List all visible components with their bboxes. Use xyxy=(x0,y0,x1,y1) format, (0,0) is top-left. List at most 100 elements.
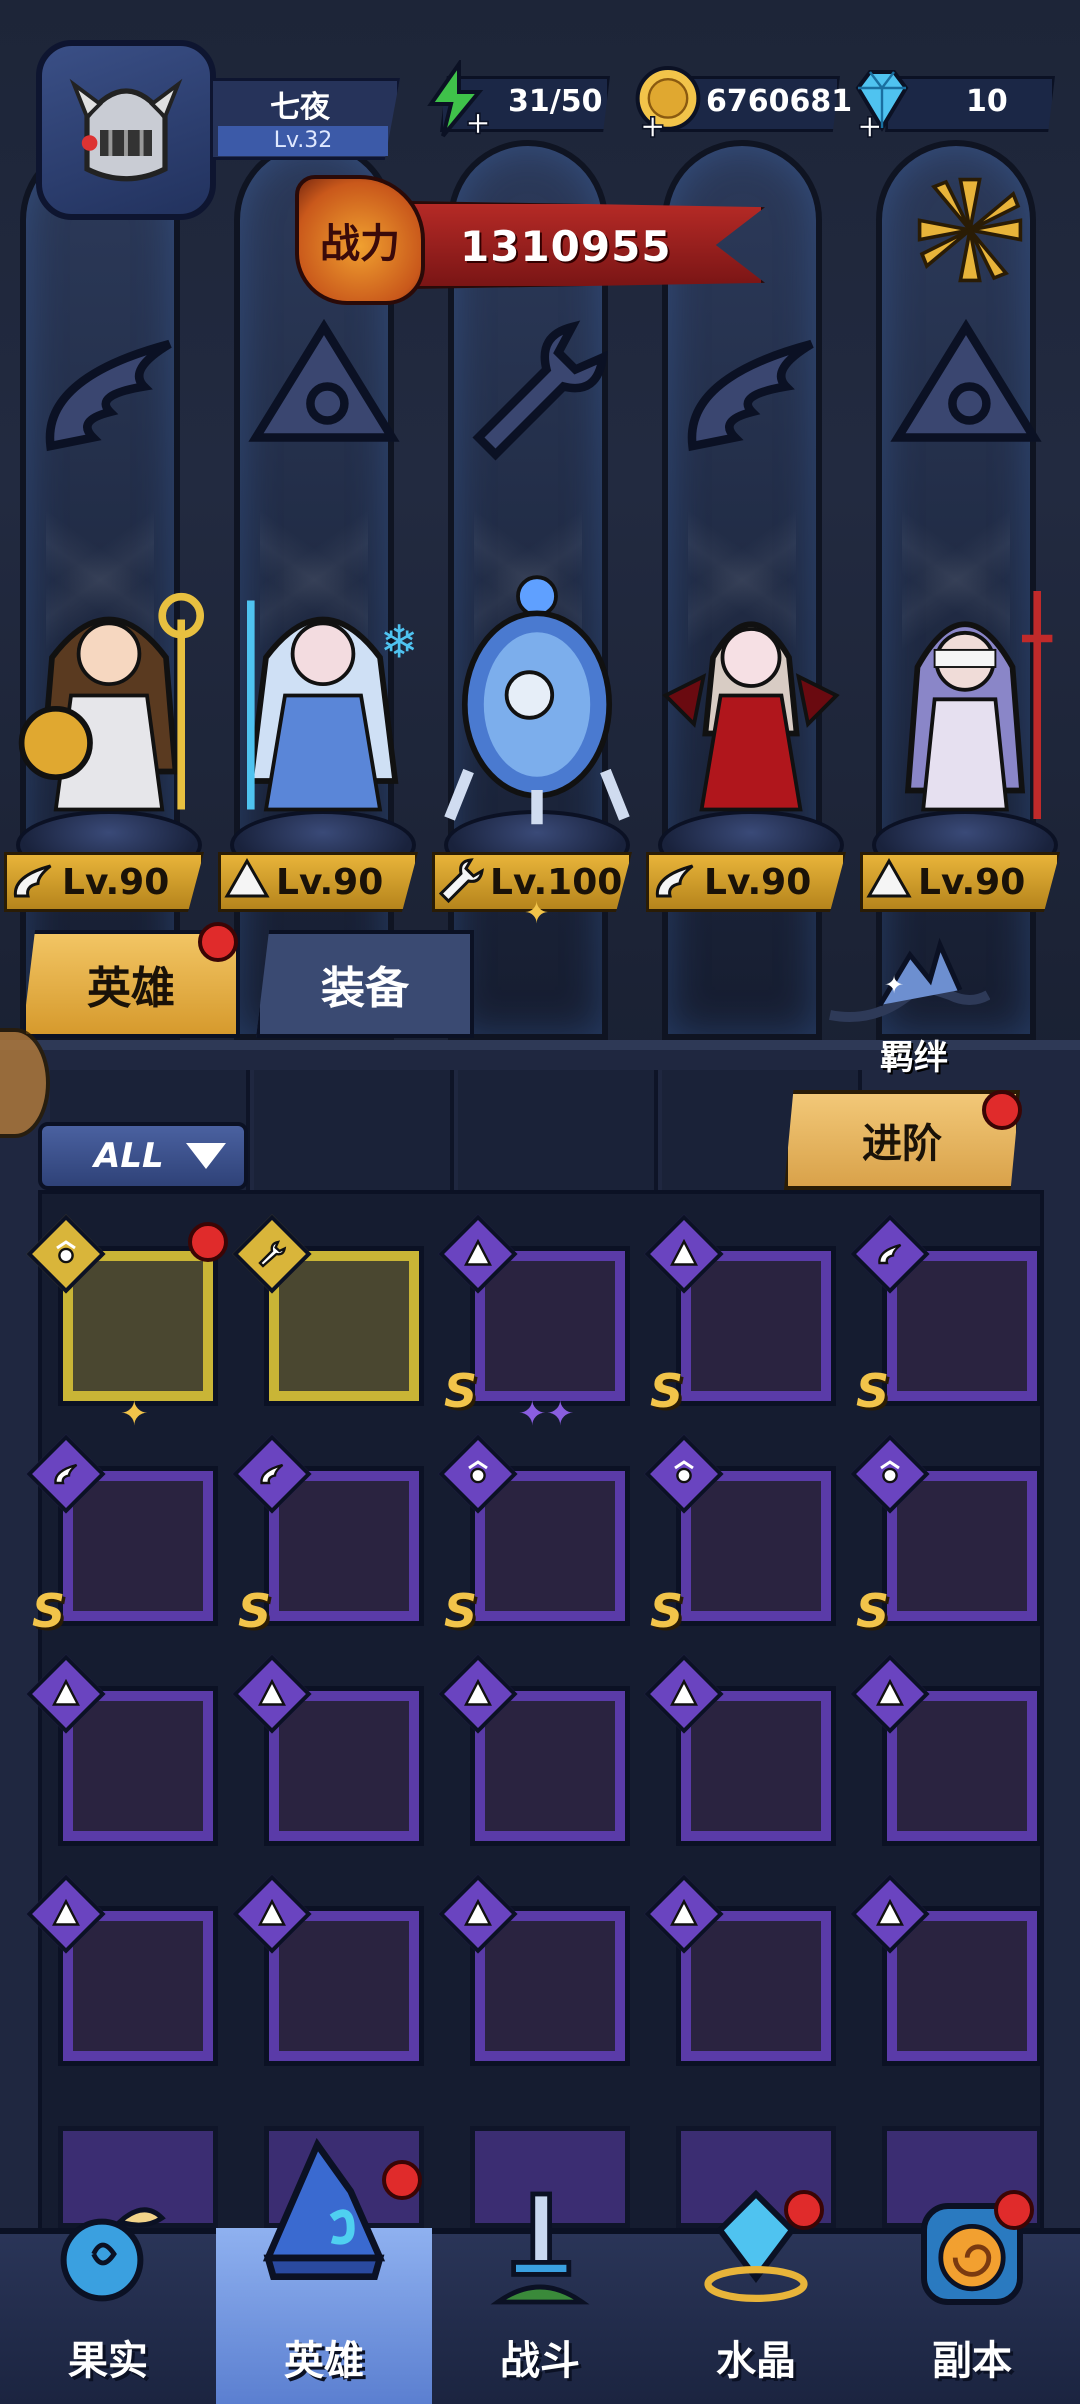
star-icon: ✦ xyxy=(524,896,550,931)
player-avatar[interactable] xyxy=(36,40,216,220)
svg-text:+: + xyxy=(639,107,666,140)
svg-text:+: + xyxy=(856,107,883,140)
nav-battle[interactable]: 战斗 xyxy=(432,2191,648,2404)
s-rank-icon: S xyxy=(856,1584,890,1638)
hero-portrait xyxy=(897,1261,1027,1391)
notification-dot xyxy=(188,1222,228,1262)
nav-heroes[interactable]: 英雄 xyxy=(216,2138,432,2404)
power-label: 战力 xyxy=(320,221,400,267)
hero-portrait xyxy=(485,1481,615,1611)
player-name: 七夜 xyxy=(270,90,330,125)
hero-portrait xyxy=(485,1701,615,1831)
hero-portrait xyxy=(691,1481,821,1611)
hat-class-icon xyxy=(890,318,1042,442)
notification-dot xyxy=(994,2190,1034,2230)
hero-portrait xyxy=(279,1261,409,1391)
tab-heroes-label: 英雄 xyxy=(87,963,175,1014)
hero-level: Lv.90 xyxy=(704,862,812,903)
hero-portrait xyxy=(691,1921,821,2051)
team-hero-slot-4[interactable] xyxy=(646,560,856,880)
hero-portrait xyxy=(279,1701,409,1831)
notification-dot xyxy=(784,2190,824,2230)
hero-portrait xyxy=(73,1921,203,2051)
hero-portrait xyxy=(897,1481,1027,1611)
tab-equipment-label: 装备 xyxy=(321,963,409,1014)
hero-portrait xyxy=(279,1481,409,1611)
svg-text:+: + xyxy=(465,104,492,140)
gold-coin-icon[interactable]: + xyxy=(628,60,708,140)
gold-value: 6760681 xyxy=(706,84,853,119)
mage-hat-icon xyxy=(224,857,270,898)
golden-goddess-hero xyxy=(18,592,204,812)
hero-portrait xyxy=(73,1261,203,1391)
hero-portrait xyxy=(897,1701,1027,1831)
team-hero-slot-2[interactable]: ❄ xyxy=(218,560,428,880)
svg-text:❄: ❄ xyxy=(380,616,418,669)
energy-value: 31/50 xyxy=(508,84,603,119)
tab-equipment[interactable]: 装备 xyxy=(256,930,474,1038)
wing-icon xyxy=(655,864,694,898)
nav-crystal[interactable]: 水晶 xyxy=(648,2189,864,2404)
hero-portrait xyxy=(73,1701,203,1831)
power-badge: 战力 xyxy=(295,175,425,305)
filter-dropdown[interactable]: ALL xyxy=(38,1122,248,1190)
hero-portrait xyxy=(73,1481,203,1611)
s-rank-icon: S xyxy=(650,1364,684,1418)
nav-label: 果实 xyxy=(68,2338,148,2384)
s-rank-icon: S xyxy=(856,1364,890,1418)
advance-label: 进阶 xyxy=(862,1121,942,1167)
nav-dungeon[interactable]: 副本 xyxy=(864,2203,1080,2404)
diamond-icon[interactable]: + xyxy=(842,60,922,140)
fruit-icon xyxy=(60,2207,166,2302)
hero-portrait xyxy=(485,1921,615,2051)
nav-label: 水晶 xyxy=(716,2338,796,2384)
blindfolded-nun-hero xyxy=(904,591,1053,819)
energy-bolt-icon[interactable]: + xyxy=(415,60,495,140)
hero-level: Lv.100 xyxy=(490,862,623,903)
nav-label: 副本 xyxy=(932,2338,1012,2384)
nav-fruit[interactable]: 果实 xyxy=(0,2207,216,2404)
vampire-lady-hero xyxy=(662,621,840,812)
hero-portrait xyxy=(691,1261,821,1391)
hero-level: Lv.90 xyxy=(918,862,1026,903)
star-icon: ✦ xyxy=(518,1394,547,1434)
nav-label: 英雄 xyxy=(284,2338,364,2384)
sword-icon xyxy=(490,2191,590,2305)
nav-label: 战斗 xyxy=(500,2338,580,2384)
hero-portrait xyxy=(691,1701,821,1831)
panel-rail xyxy=(458,1070,658,1190)
star-icon: ✦ xyxy=(120,1394,149,1434)
power-value: 1310955 xyxy=(460,222,672,271)
wing-icon xyxy=(13,864,52,898)
svg-text:✦: ✦ xyxy=(884,971,904,999)
wing-class-icon xyxy=(45,339,172,452)
ice-sorceress-hero: ❄ xyxy=(247,600,418,812)
hero-level: Lv.90 xyxy=(62,862,170,903)
team-hero-slot-1[interactable] xyxy=(4,560,214,880)
s-rank-icon: S xyxy=(444,1364,478,1418)
mage-hat-icon xyxy=(866,857,912,898)
player-level: Lv.32 xyxy=(218,126,388,156)
filter-label: ALL xyxy=(94,1136,164,1176)
wrench-class-icon xyxy=(472,320,608,461)
hero-portrait xyxy=(485,1261,615,1391)
notification-dot xyxy=(198,922,238,962)
s-rank-icon: S xyxy=(238,1584,272,1638)
panel-rail xyxy=(254,1070,454,1190)
hero-hat-icon xyxy=(262,2138,386,2280)
notification-dot xyxy=(982,1090,1022,1130)
hat-class-icon xyxy=(248,318,400,442)
gem-value: 10 xyxy=(966,84,1008,119)
settings-flower-icon[interactable] xyxy=(910,170,1030,290)
wing-class-icon xyxy=(687,339,814,452)
hero-portrait xyxy=(897,1921,1027,2051)
notification-dot xyxy=(382,2160,422,2200)
team-hero-slot-5[interactable] xyxy=(860,560,1070,880)
s-rank-icon: S xyxy=(650,1584,684,1638)
hero-level: Lv.90 xyxy=(276,862,384,903)
bond-label[interactable]: 羁绊 xyxy=(880,1030,948,1079)
team-hero-slot-3[interactable] xyxy=(432,560,642,880)
chevron-down-icon xyxy=(185,1143,226,1169)
bond-icon[interactable]: ✦ xyxy=(820,935,990,1045)
s-rank-icon: S xyxy=(32,1584,66,1638)
